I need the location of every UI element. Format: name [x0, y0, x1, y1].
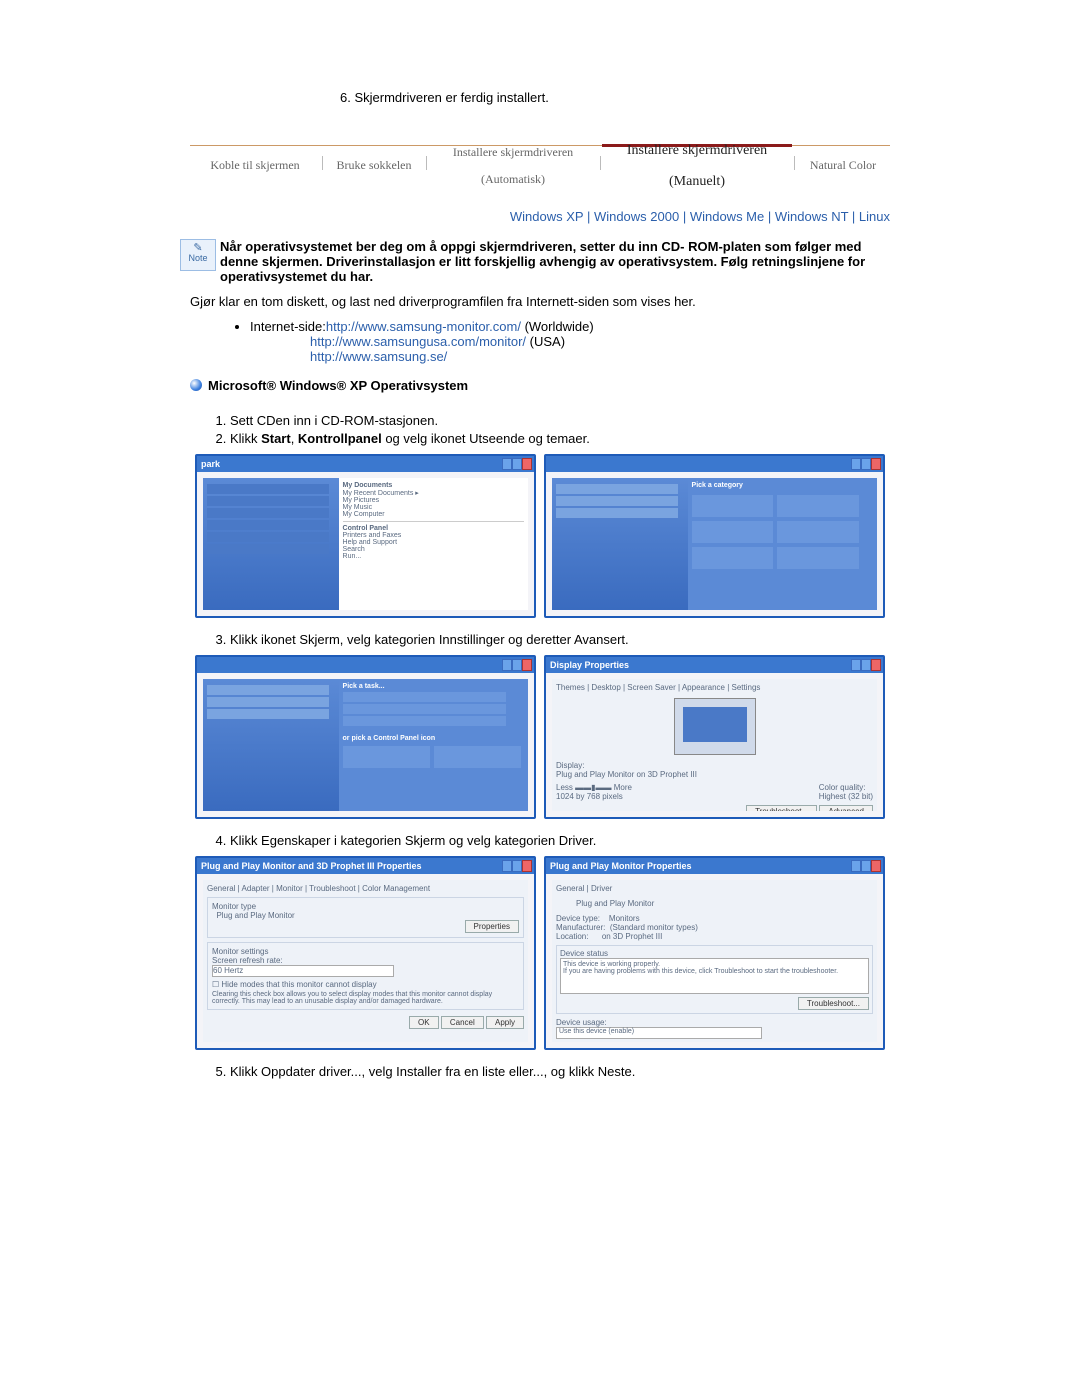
- intro-paragraph: Gjør klar en tom diskett, og last ned dr…: [190, 294, 890, 309]
- tab-install-manual[interactable]: Installere skjermdriveren(Manuelt): [602, 146, 792, 186]
- link-samsung-se[interactable]: http://www.samsung.se/: [310, 349, 447, 364]
- screenshot-display-properties: Themes | Desktop | Screen Saver | Appear…: [544, 655, 885, 819]
- link-windows-xp[interactable]: Windows XP: [510, 209, 583, 224]
- btn-properties[interactable]: Properties: [465, 920, 519, 933]
- btn-troubleshoot-2[interactable]: Troubleshoot...: [798, 997, 869, 1010]
- btn-apply-2[interactable]: Apply: [486, 1016, 524, 1029]
- link-windows-me[interactable]: Windows Me: [690, 209, 764, 224]
- screenshot-adapter-properties: General | Adapter | Monitor | Troublesho…: [195, 856, 536, 1050]
- internet-links-item: Internet-side:http://www.samsung-monitor…: [250, 319, 890, 364]
- note-icon: Note: [180, 239, 220, 284]
- tab-natural-color[interactable]: Natural Color: [796, 146, 890, 186]
- os-links-row: Windows XP | Windows 2000 | Windows Me |…: [190, 209, 890, 224]
- bullet-disc-icon: [190, 379, 202, 391]
- screenshot-appearance: Pick a task... or pick a Control Panel i…: [195, 655, 536, 819]
- note-text: Når operativsystemet ber deg om å oppgi …: [220, 239, 900, 284]
- screenshot-control-panel: Pick a category: [544, 454, 885, 618]
- section-heading-xp: Microsoft® Windows® XP Operativsystem: [190, 378, 890, 393]
- step-1: Sett CDen inn i CD-ROM-stasjonen.: [230, 413, 890, 428]
- btn-troubleshoot[interactable]: Troubleshoot...: [746, 805, 817, 811]
- btn-advanced[interactable]: Advanced: [819, 805, 873, 811]
- step-4: Klikk Egenskaper i kategorien Skjerm og …: [230, 833, 890, 848]
- link-samsung-monitor[interactable]: http://www.samsung-monitor.com/: [326, 319, 521, 334]
- step-3: Klikk ikonet Skjerm, velg kategorien Inn…: [230, 632, 890, 647]
- tab-install-auto[interactable]: Installere skjermdriveren(Automatisk): [428, 146, 598, 186]
- btn-ok-2[interactable]: OK: [409, 1016, 439, 1029]
- link-windows-2000[interactable]: Windows 2000: [594, 209, 679, 224]
- step-6-text: 6. Skjermdriveren er ferdig installert.: [340, 90, 920, 105]
- tab-stand[interactable]: Bruke sokkelen: [324, 146, 424, 186]
- link-samsung-usa[interactable]: http://www.samsungusa.com/monitor/: [310, 334, 526, 349]
- link-linux[interactable]: Linux: [859, 209, 890, 224]
- link-windows-nt[interactable]: Windows NT: [775, 209, 848, 224]
- screenshot-start-menu: My DocumentsMy Recent Documents ▸My Pict…: [195, 454, 536, 618]
- top-tabbar: Koble til skjermen Bruke sokkelen Instal…: [190, 145, 890, 194]
- step-5: Klikk Oppdater driver..., velg Installer…: [230, 1064, 890, 1079]
- step-2: Klikk Start, Kontrollpanel og velg ikone…: [230, 431, 890, 446]
- btn-cancel-2[interactable]: Cancel: [441, 1016, 484, 1029]
- screenshot-monitor-properties: General | Driver Plug and Play Monitor D…: [544, 856, 885, 1050]
- tab-connect[interactable]: Koble til skjermen: [190, 146, 320, 186]
